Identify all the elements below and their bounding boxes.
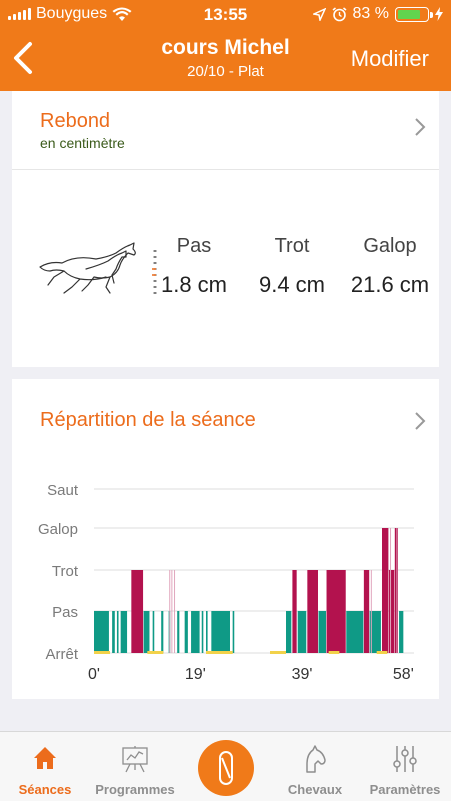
timeline-segment bbox=[177, 611, 180, 653]
timeline-segment bbox=[116, 611, 119, 653]
timeline-segment bbox=[307, 570, 318, 653]
board-icon bbox=[122, 746, 148, 773]
timeline-segment bbox=[161, 611, 164, 653]
rebond-title: Rebond bbox=[40, 110, 111, 132]
x-tick-label: 19' bbox=[185, 666, 206, 683]
level-label: Pas bbox=[52, 604, 78, 621]
timeline-segment bbox=[326, 570, 346, 653]
stop-segment bbox=[147, 651, 164, 654]
gait-pas: Pas 1.8 cm bbox=[144, 235, 244, 298]
repartition-title: Répartition de la séance bbox=[40, 409, 256, 431]
tab-label: Paramètres bbox=[369, 782, 441, 797]
stop-segment bbox=[94, 651, 110, 654]
level-label: Trot bbox=[52, 563, 79, 580]
rebond-header[interactable]: Rebond en centimètre bbox=[12, 91, 439, 170]
tab-programmes[interactable]: Programmes bbox=[90, 732, 180, 801]
timeline-segment bbox=[382, 528, 389, 653]
timeline-segment bbox=[363, 570, 370, 653]
gait-value: 21.6 cm bbox=[350, 272, 430, 297]
sliders-icon bbox=[393, 746, 417, 772]
timeline-segment bbox=[112, 611, 115, 653]
horse-head-icon bbox=[306, 745, 326, 773]
level-label: Saut bbox=[47, 482, 79, 499]
rebond-subtitle: en centimètre bbox=[40, 135, 125, 151]
timeline-segment bbox=[388, 570, 395, 653]
battery-icon bbox=[395, 6, 433, 22]
level-label: Arrêt bbox=[45, 646, 78, 663]
timeline-segment bbox=[292, 570, 297, 653]
timeline-segment bbox=[211, 611, 230, 653]
tab-parametres[interactable]: Paramètres bbox=[360, 732, 450, 801]
timeline-segment bbox=[346, 611, 364, 653]
timeline-segment bbox=[94, 611, 109, 653]
timeline-segment bbox=[201, 611, 204, 653]
gait-name: Trot bbox=[274, 235, 310, 257]
stop-segment bbox=[328, 651, 340, 654]
timeline-segment bbox=[297, 611, 307, 653]
status-right: 83 % bbox=[312, 5, 443, 23]
x-tick-label: 39' bbox=[292, 666, 313, 683]
timeline-segment bbox=[131, 570, 144, 653]
session-timeline-chart: Saut Galop Trot Pas Arrêt 0' 19' 39' 58' bbox=[38, 482, 414, 683]
x-tick-label: 0' bbox=[88, 666, 100, 683]
timeline-segment bbox=[206, 611, 208, 653]
gait-name: Pas bbox=[176, 235, 212, 257]
gait-value: 1.8 cm bbox=[160, 272, 228, 297]
timeline-segment bbox=[399, 611, 404, 653]
home-icon bbox=[34, 747, 56, 769]
gait-name: Galop bbox=[363, 235, 417, 257]
gait-value: 9.4 cm bbox=[258, 272, 326, 297]
tab-label: Séances bbox=[18, 782, 72, 797]
timeline-segment bbox=[286, 611, 292, 653]
timeline-segment bbox=[191, 611, 200, 653]
tab-label: Chevaux bbox=[287, 782, 343, 797]
edit-button[interactable]: Modifier bbox=[351, 46, 429, 72]
timeline-segment bbox=[232, 611, 235, 653]
record-button[interactable] bbox=[198, 740, 254, 796]
chevron-right-icon bbox=[415, 412, 426, 430]
battery-percent: 83 % bbox=[352, 5, 389, 22]
timeline-segment bbox=[120, 611, 128, 653]
timeline-segment bbox=[394, 528, 398, 653]
repartition-header[interactable]: Répartition de la séance bbox=[12, 379, 439, 457]
rebond-card: Rebond en centimètre Pas 1.8 cm Trot 9.4… bbox=[12, 91, 439, 367]
timeline-segment bbox=[152, 611, 155, 653]
timeline-segment bbox=[318, 611, 326, 653]
top-bar: Bouygues 13:55 83 % cours Michel 20/10 -… bbox=[0, 0, 451, 91]
x-tick-label: 58' bbox=[393, 666, 414, 683]
status-bar: Bouygues 13:55 83 % bbox=[0, 0, 451, 30]
stop-segment bbox=[376, 651, 388, 654]
repartition-card: Répartition de la séance Saut Galop Trot Pa… bbox=[12, 379, 439, 699]
gait-trot: Trot 9.4 cm bbox=[242, 235, 342, 298]
tab-chevaux[interactable]: Chevaux bbox=[270, 732, 360, 801]
location-icon bbox=[312, 7, 326, 21]
gait-galop: Galop 21.6 cm bbox=[340, 235, 440, 298]
timeline-segment bbox=[184, 611, 188, 653]
level-label: Galop bbox=[38, 521, 78, 538]
tab-label: Programmes bbox=[95, 782, 175, 797]
alarm-icon bbox=[332, 6, 347, 21]
timeline-segment bbox=[143, 611, 150, 653]
charging-icon bbox=[435, 7, 443, 21]
stop-segment bbox=[206, 651, 233, 654]
chevron-right-icon bbox=[415, 118, 426, 136]
tab-seances[interactable]: Séances bbox=[0, 732, 90, 801]
record-icon bbox=[219, 751, 233, 785]
stop-segment bbox=[270, 651, 286, 654]
